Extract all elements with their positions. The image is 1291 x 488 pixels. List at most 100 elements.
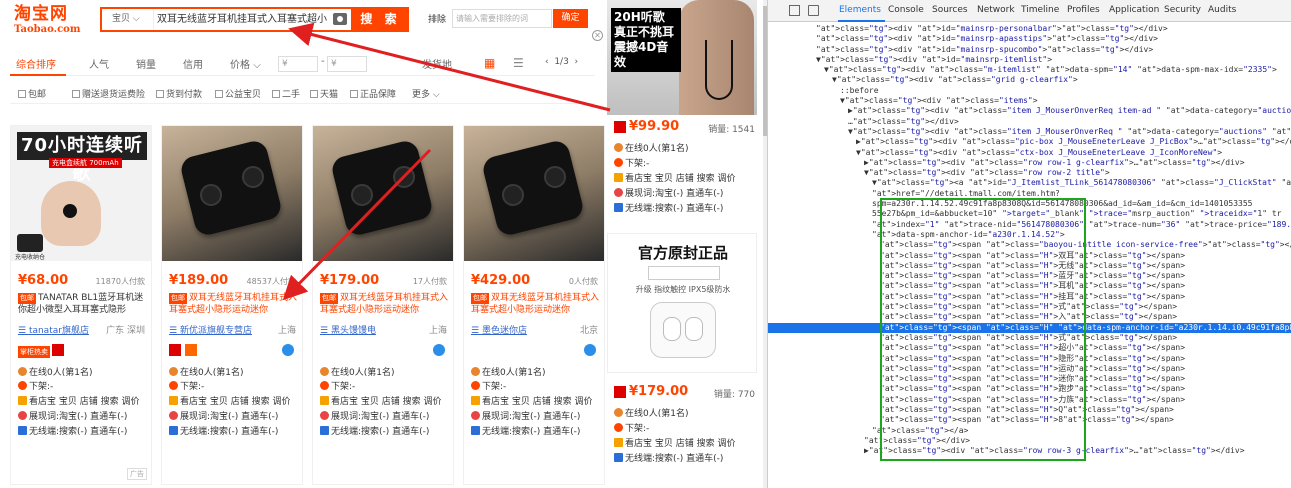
exclude-ok-button[interactable]: 确定	[553, 9, 588, 28]
filter-tmall[interactable]: 天猫	[310, 87, 338, 100]
ad2-sold: 销量: 770	[713, 390, 755, 400]
search-category-select[interactable]: 宝贝 ⌵	[102, 9, 154, 30]
exclude-input[interactable]: 请输入需要排除的词	[452, 9, 552, 28]
person-icon	[614, 408, 623, 417]
earbud-image	[242, 166, 264, 188]
info-tools[interactable]: 看店宝 宝贝 店铺 搜索 调价	[471, 394, 592, 407]
product-shop[interactable]: ☰ 新优派旗舰专营店	[169, 323, 252, 336]
product-shop[interactable]: ☰ 黑头馒馒电	[320, 323, 376, 336]
dom-node[interactable]: ▼"at">class="tg"><div "at">class="items"…	[768, 96, 1291, 106]
product-card[interactable]: ¥179.00 17人付款 包邮 双耳无线蓝牙耳机挂耳式入耳塞式超小隐形运动迷你 …	[312, 125, 454, 485]
dom-node[interactable]: ▼"at">class="tg"><div "at">class="item J…	[768, 127, 1291, 137]
dom-node[interactable]: ▶"at">class="tg"><div "at">class="item J…	[768, 106, 1291, 116]
info-tools[interactable]: 看店宝 宝贝 店铺 搜索 调价	[614, 171, 735, 184]
price-from-input[interactable]: ¥	[278, 56, 318, 72]
ad2-sub: 升级 指纹触控 IPX5级防水	[635, 285, 731, 294]
dom-node[interactable]: ::before	[768, 86, 1291, 96]
earphone-wire-image	[705, 40, 733, 100]
ship-from-select[interactable]: 发货地	[422, 56, 452, 71]
product-image[interactable]: 70小时连续听歌 充电盒续航 700mAh 充电收纳仓	[11, 126, 151, 261]
tab-security[interactable]: Security	[1164, 5, 1201, 15]
filter-genuine[interactable]: 正品保障	[350, 87, 396, 100]
dom-node[interactable]: ▼"at">class="tg"><div "at">class="row ro…	[768, 168, 1291, 178]
ad-image-1[interactable]: 20H听歌 真正不挑耳 震撼4D音效	[607, 0, 757, 115]
tab-profiles[interactable]: Profiles	[1067, 5, 1100, 15]
wangwang-icon[interactable]	[282, 344, 294, 356]
info-online: 在线0人(第1名)	[18, 365, 92, 378]
sort-credit[interactable]: 信用	[183, 56, 203, 71]
filter-return-insurance[interactable]: 赠送退货运费险	[72, 87, 145, 100]
product-shop[interactable]: ☰ tanatar旗舰店	[18, 323, 89, 336]
info-tools[interactable]: 看店宝 宝贝 店铺 搜索 调价	[614, 436, 735, 449]
product-title[interactable]: 包邮 双耳无线蓝牙耳机挂耳式入耳塞式超小隐形运动迷你	[169, 292, 299, 318]
product-card[interactable]: ¥189.00 48537人付款 包邮 双耳无线蓝牙耳机挂耳式入耳塞式超小隐形运动…	[161, 125, 303, 485]
product-title[interactable]: 包邮 双耳无线蓝牙耳机挂耳式入耳塞式超小隐形运动迷你	[320, 292, 450, 318]
info-tools[interactable]: 看店宝 宝贝 店铺 搜索 调价	[169, 394, 290, 407]
product-shop[interactable]: ☰ 墨色迷你店	[471, 323, 527, 336]
devtools-toolbar: Elements Console Sources Network Timelin…	[768, 0, 1291, 22]
inspect-icon[interactable]	[789, 5, 800, 16]
dom-node[interactable]: "at">class="tg"><div "at">id="mainsrp-ap…	[768, 34, 1291, 44]
product-image[interactable]	[162, 126, 302, 261]
grid-view-icon[interactable]: ▦	[484, 57, 495, 69]
search-box: 宝贝 ⌵ 双耳无线蓝牙耳机挂耳式入耳塞式超小	[100, 7, 353, 32]
show-icon	[320, 411, 329, 420]
product-image[interactable]	[464, 126, 604, 261]
search-button[interactable]: 搜 索	[352, 7, 409, 32]
wangwang-icon[interactable]	[433, 344, 445, 356]
free-ship-tag: 包邮	[169, 293, 187, 304]
device-mode-icon[interactable]	[808, 5, 819, 16]
camera-icon[interactable]	[333, 13, 347, 25]
price-to-input[interactable]: ¥	[327, 56, 367, 72]
sort-popularity[interactable]: 人气	[89, 56, 109, 71]
exclude-label: 排除	[428, 15, 447, 25]
filter-secondhand[interactable]: 二手	[272, 87, 300, 100]
dom-node[interactable]: ▼"at">class="tg"><a "at">id="J_Itemlist_…	[768, 178, 1291, 188]
dom-node[interactable]: ▼"at">class="tg"><div "at">id="mainsrp-i…	[768, 55, 1291, 65]
wangwang-icon[interactable]	[584, 344, 596, 356]
ad-image-2[interactable]: 官方原封正品 升级 指纹触控 IPX5级防水	[607, 233, 757, 373]
tab-timeline[interactable]: Timeline	[1021, 5, 1059, 15]
tab-network[interactable]: Network	[977, 5, 1015, 15]
sort-price[interactable]: 价格 ⌵	[230, 56, 261, 71]
ad1-sold: 销量: 1541	[708, 125, 755, 135]
product-card[interactable]: 70小时连续听歌 充电盒续航 700mAh 充电收纳仓 ¥68.00 11870…	[10, 125, 152, 485]
tab-sources[interactable]: Sources	[932, 5, 968, 15]
tab-elements[interactable]: Elements	[839, 5, 881, 15]
dom-node[interactable]: ▼"at">class="tg"><div "at">class="grid g…	[768, 75, 1291, 85]
list-view-icon[interactable]: ☰	[513, 56, 524, 70]
gold-badge-icon	[184, 344, 197, 356]
annotation-highlight-box	[880, 198, 1086, 461]
sort-default[interactable]: 综合排序	[16, 56, 56, 71]
sort-sales[interactable]: 销量	[136, 56, 156, 71]
kandianbao-icon	[471, 396, 480, 405]
filter-cod[interactable]: 货到付款	[156, 87, 202, 100]
product-card[interactable]: ¥429.00 0人付款 包邮 双耳无线蓝牙耳机挂耳式入耳塞式超小隐形运动迷你 ☰…	[463, 125, 605, 485]
product-image[interactable]	[313, 126, 453, 261]
ellipsis-icon[interactable]: ···	[782, 323, 796, 333]
dom-node[interactable]: …"at">class="tg"></div>	[768, 117, 1291, 127]
tab-console[interactable]: Console	[888, 5, 924, 15]
dom-node[interactable]: ▶"at">class="tg"><div "at">class="row ro…	[768, 158, 1291, 168]
tab-audits[interactable]: Audits	[1208, 5, 1236, 15]
mobile-icon	[471, 426, 480, 435]
info-tools[interactable]: 看店宝 宝贝 店铺 搜索 调价	[320, 394, 441, 407]
close-icon[interactable]: ✕	[592, 30, 603, 41]
product-title[interactable]: 包邮 双耳无线蓝牙耳机挂耳式入耳塞式超小隐形运动迷你	[471, 292, 601, 318]
product-title[interactable]: 包邮 TANATAR BL1蓝牙耳机迷你超小微型入耳耳塞式隐形	[18, 292, 148, 318]
info-tools[interactable]: 看店宝 宝贝 店铺 搜索 调价	[18, 394, 139, 407]
filter-charity[interactable]: 公益宝贝	[215, 87, 261, 100]
devtools-panel: Elements Console Sources Network Timelin…	[767, 0, 1291, 488]
dom-node[interactable]: ▼"at">class="tg"><div "at">class="m-item…	[768, 65, 1291, 75]
product-price: ¥179.00	[320, 273, 380, 288]
filter-more[interactable]: 更多 ⌵	[412, 87, 440, 100]
tab-application[interactable]: Application	[1109, 5, 1159, 15]
filter-free-ship[interactable]: 包邮	[18, 87, 46, 100]
dom-node[interactable]: "at">class="tg"><div "at">id="mainsrp-sp…	[768, 45, 1291, 55]
kandianbao-icon	[614, 173, 623, 182]
taobao-logo[interactable]: 淘宝网 Taobao.com	[14, 4, 80, 35]
dom-node[interactable]: ▶"at">class="tg"><div "at">class="pic-bo…	[768, 137, 1291, 147]
dom-node[interactable]: "at">class="tg"><div "at">id="mainsrp-pe…	[768, 24, 1291, 34]
search-input[interactable]: 双耳无线蓝牙耳机挂耳式入耳塞式超小	[157, 9, 332, 30]
dom-node[interactable]: ▼"at">class="tg"><div "at">class="ctx-bo…	[768, 148, 1291, 158]
